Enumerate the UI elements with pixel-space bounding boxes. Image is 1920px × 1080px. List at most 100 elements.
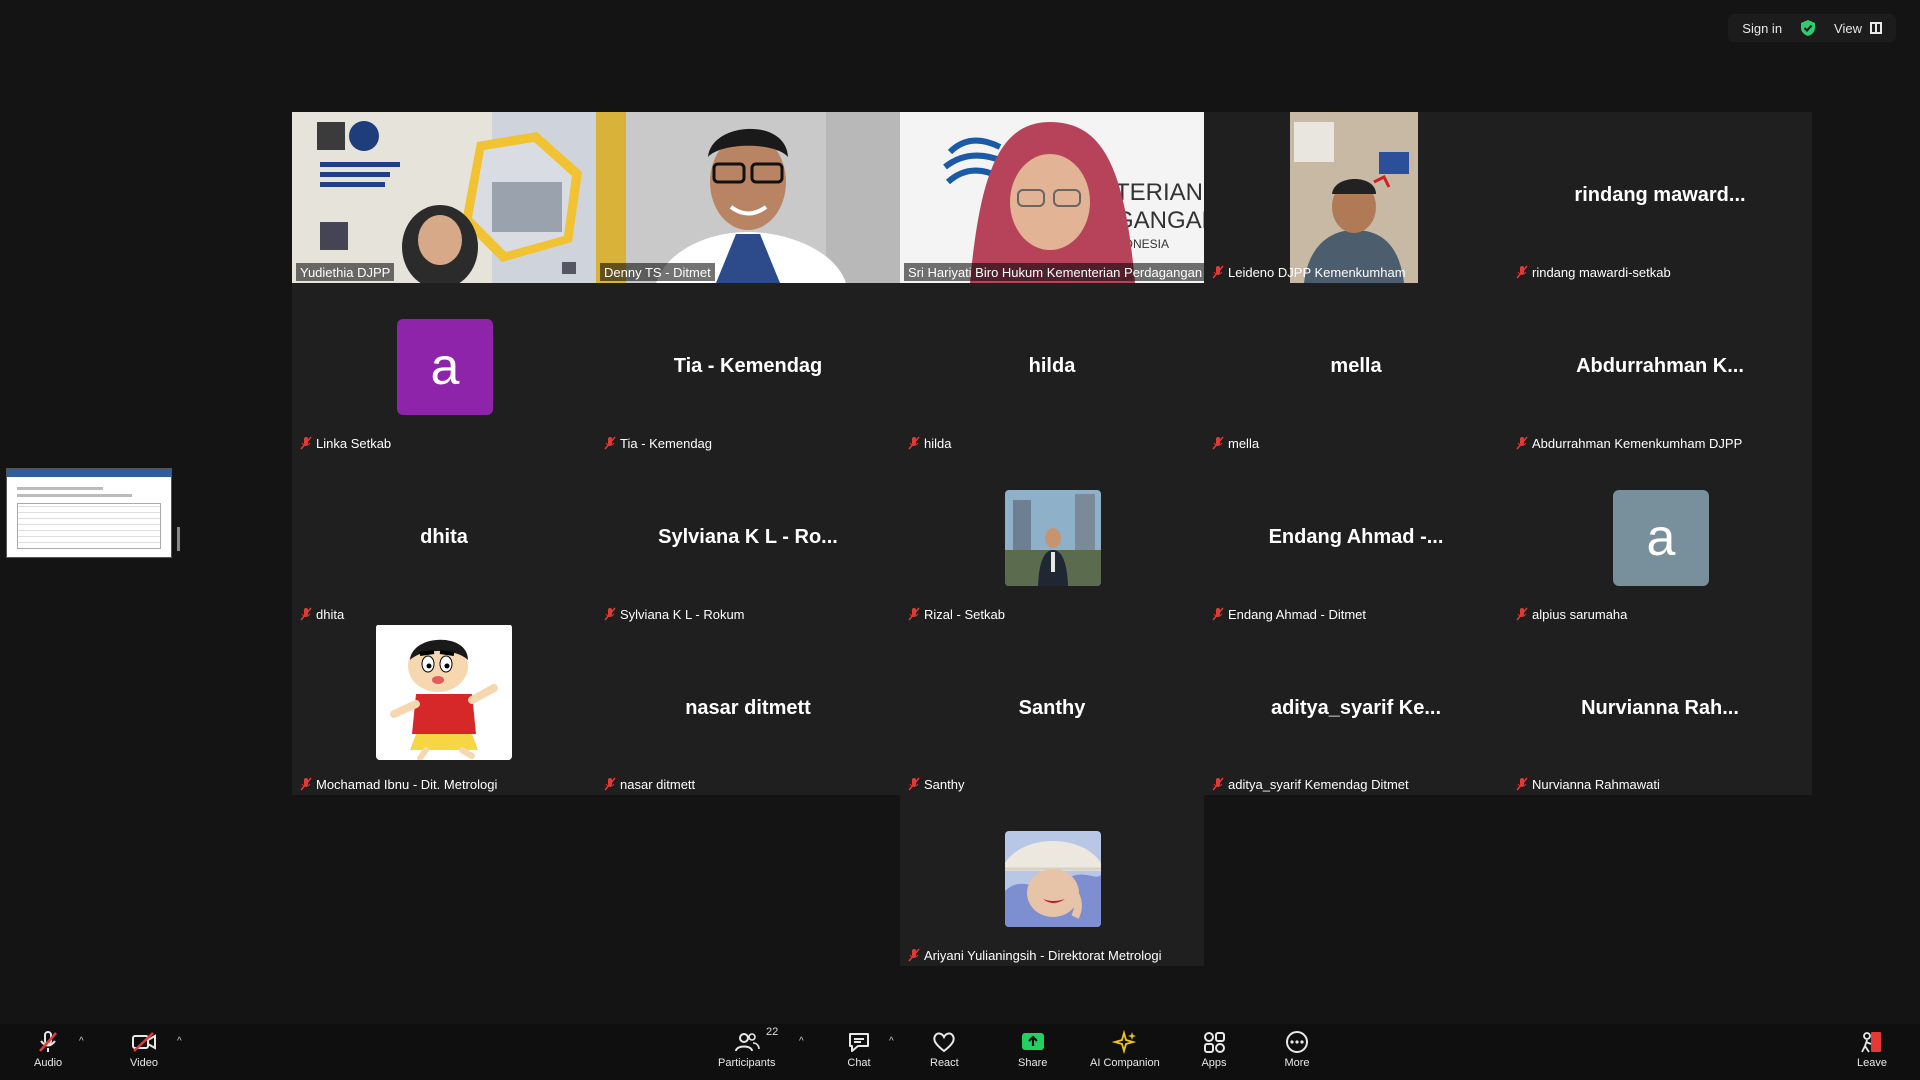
audio-options-caret-icon[interactable]: ^ [79,1036,84,1047]
chat-icon [849,1033,869,1052]
participant-tile[interactable]: Ariyani Yulianingsih - Direktorat Metrol… [900,795,1204,966]
sign-in-link[interactable]: Sign in [1742,21,1782,36]
participant-name: nasar ditmett [620,776,696,792]
react-button[interactable]: React [930,1030,959,1076]
video-label: Video [130,1057,158,1069]
participant-name: Yudiethia DJPP [300,264,391,280]
chat-button[interactable]: Chat [846,1030,872,1076]
participant-display-name: Nurvianna Rah... [1581,697,1739,719]
participant-name-label: Rizal - Setkab [904,605,1009,623]
participant-name-label: dhita [296,605,348,623]
participant-tile[interactable]: Leideno DJPP Kemenkumham [1204,112,1508,283]
participant-display-name: hilda [1028,355,1076,377]
participant-tile[interactable]: Santhy Santhy [900,625,1204,795]
audio-button[interactable]: Audio [34,1030,62,1076]
participant-name: Ariyani Yulianingsih - Direktorat Metrol… [924,947,1162,963]
participant-name-label: hilda [904,434,955,452]
participant-display-name: dhita [420,526,468,548]
participant-name: Endang Ahmad - Ditmet [1228,606,1367,622]
audio-label: Audio [34,1057,63,1069]
participant-video [292,112,596,283]
participant-name: mella [1228,435,1260,451]
participant-name-label: aditya_syarif Kemendag Ditmet [1208,775,1413,793]
video-off-icon [131,1032,156,1052]
participant-tile[interactable]: aditya_syarif Ke... aditya_syarif Kemend… [1204,625,1508,795]
grid-icon [1870,22,1882,34]
participant-tile[interactable]: Abdurrahman K... Abdurrahman Kemenkumham… [1508,283,1812,454]
share-screen-icon [1021,1033,1044,1050]
participant-tile[interactable]: hilda hilda [900,283,1204,454]
muted-mic-icon [908,607,920,621]
view-label: View [1834,20,1862,36]
video-button[interactable]: Video [130,1030,158,1076]
participant-name-label: nasar ditmett [600,775,699,793]
more-button[interactable]: More [1284,1030,1310,1076]
participant-tile[interactable]: Nurvianna Rah... Nurvianna Rahmawati [1508,625,1812,795]
top-bar: Sign in View [1728,14,1896,42]
muted-mic-icon [300,777,312,791]
participant-tile[interactable]: mella mella [1204,283,1508,454]
participant-display-name: Santhy [1018,697,1086,719]
participant-tile-active-speaker[interactable]: Denny TS - Ditmet [596,112,900,283]
chat-label: Chat [847,1057,871,1069]
participant-tile[interactable]: dhita dhita [292,454,596,625]
participant-name-label: Sri Hariyati Biro Hukum Kementerian Perd… [904,263,1204,281]
muted-mic-icon [604,607,616,621]
participant-tile[interactable]: Mochamad Ibnu - Dit. Metrologi [292,625,596,795]
avatar: a [397,319,493,415]
muted-mic-icon [908,777,920,791]
participant-name-label: Nurvianna Rahmawati [1512,775,1664,793]
participant-display-name: Tia - Kemendag [673,355,823,377]
muted-mic-icon [300,436,312,450]
avatar: a [1613,490,1709,586]
video-options-caret-icon[interactable]: ^ [177,1036,182,1047]
react-label: React [930,1057,959,1069]
participants-options-caret-icon[interactable]: ^ [799,1036,804,1047]
more-icon [1286,1031,1308,1053]
participant-video [1204,112,1508,283]
participants-icon [734,1033,760,1052]
chat-options-caret-icon[interactable]: ^ [889,1036,894,1047]
participant-display-name: nasar ditmett [685,697,811,719]
participant-tile[interactable]: Yudiethia DJPP [292,112,596,283]
ai-companion-label: AI Companion [1090,1057,1160,1069]
participant-tile[interactable]: a alpius sarumaha [1508,454,1812,625]
muted-mic-icon [1212,777,1224,791]
participant-tile[interactable]: Endang Ahmad -... Endang Ahmad - Ditmet [1204,454,1508,625]
participant-tile[interactable]: nasar ditmett nasar ditmett [596,625,900,795]
leave-button[interactable]: Leave [1857,1030,1887,1076]
view-button[interactable]: View [1834,21,1882,36]
svg-text:TERIAN: TERIAN [1115,179,1203,206]
ai-companion-button[interactable]: AI Companion [1090,1030,1160,1076]
participant-tile[interactable]: rindang maward... rindang mawardi-setkab [1508,112,1812,283]
participant-name-label: Tia - Kemendag [600,434,716,452]
profile-photo [376,625,512,760]
shield-icon[interactable] [1800,19,1816,37]
muted-mic-icon [1516,265,1528,279]
share-button[interactable]: Share [1018,1030,1047,1076]
profile-photo [1005,831,1101,927]
participant-tile[interactable]: Rizal - Setkab [900,454,1204,625]
participant-name-label: mella [1208,434,1263,452]
participant-name: Denny TS - Ditmet [604,264,711,280]
muted-mic-icon [908,948,920,962]
participant-name-label: Denny TS - Ditmet [600,263,715,281]
participant-tile[interactable]: TERIAN GANGAN DONESIA Sri Hariyati Biro … [900,112,1204,283]
video-gallery: Yudiethia DJPP Denny TS - Ditmet TERIAN … [292,112,1812,795]
thumbnail-resize-handle[interactable] [177,527,180,551]
document-header [7,469,171,477]
muted-mic-icon [300,607,312,621]
muted-mic-icon [39,1031,57,1052]
apps-button[interactable]: Apps [1201,1030,1227,1076]
participant-name: Rizal - Setkab [924,606,1005,622]
participant-tile[interactable]: a Linka Setkab [292,283,596,454]
participant-name: aditya_syarif Kemendag Ditmet [1228,776,1409,792]
participant-tile[interactable]: Sylviana K L - Ro... Sylviana K L - Roku… [596,454,900,625]
muted-mic-icon [1212,607,1224,621]
shared-screen-thumbnail[interactable] [6,468,172,558]
document-line [17,494,133,497]
muted-mic-icon [1516,436,1528,450]
participant-tile[interactable]: Tia - Kemendag Tia - Kemendag [596,283,900,454]
participant-name-label: Leideno DJPP Kemenkumham [1208,263,1410,281]
participant-display-name: rindang maward... [1574,184,1746,206]
